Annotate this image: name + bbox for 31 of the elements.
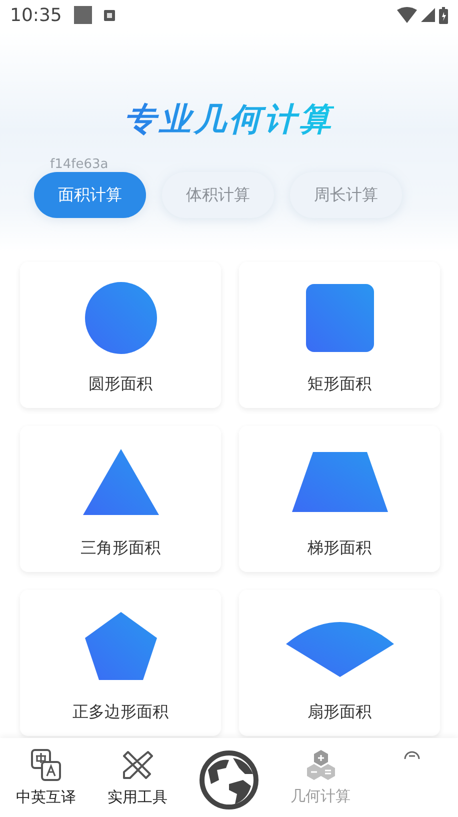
shape-card[interactable]: 正多边形面积: [20, 590, 221, 736]
shape-card[interactable]: 圆形面积: [20, 262, 221, 408]
shape-label: 矩形面积: [308, 374, 372, 395]
tools-icon: [120, 748, 154, 782]
triangle-icon: [82, 449, 158, 515]
shape-label: 正多边形面积: [72, 702, 168, 723]
shape-card[interactable]: 三角形面积: [20, 426, 221, 572]
square-icon: [306, 284, 374, 352]
shape-card[interactable]: 梯形面积: [239, 426, 440, 572]
shapes-icon: [306, 749, 336, 781]
shape-label: 圆形面积: [88, 374, 152, 395]
battery-icon: [439, 6, 448, 24]
wifi-icon: [397, 7, 417, 23]
code-label: f14fe63a: [50, 158, 108, 172]
category-tab[interactable]: 面积计算: [34, 172, 146, 218]
globe-icon[interactable]: [198, 750, 259, 810]
notification-icon: [74, 6, 92, 24]
translate-icon: [30, 748, 62, 782]
nav-tab[interactable]: 实用工具: [92, 738, 184, 817]
shape-label: 梯形面积: [308, 538, 372, 559]
nav-tab[interactable]: 中英互译: [0, 738, 92, 817]
status-time: 10:35: [10, 4, 62, 26]
shape-label: 三角形面积: [80, 538, 160, 559]
trapezoid-icon: [292, 452, 388, 512]
signal-icon: [421, 8, 435, 22]
sector-icon: [286, 622, 394, 677]
shape-card[interactable]: 扇形面积: [239, 590, 440, 736]
pentagon-icon: [84, 612, 156, 680]
shape-card[interactable]: 矩形面积: [239, 262, 440, 408]
circle-icon: [84, 282, 156, 354]
shape-label: 扇形面积: [308, 702, 372, 723]
